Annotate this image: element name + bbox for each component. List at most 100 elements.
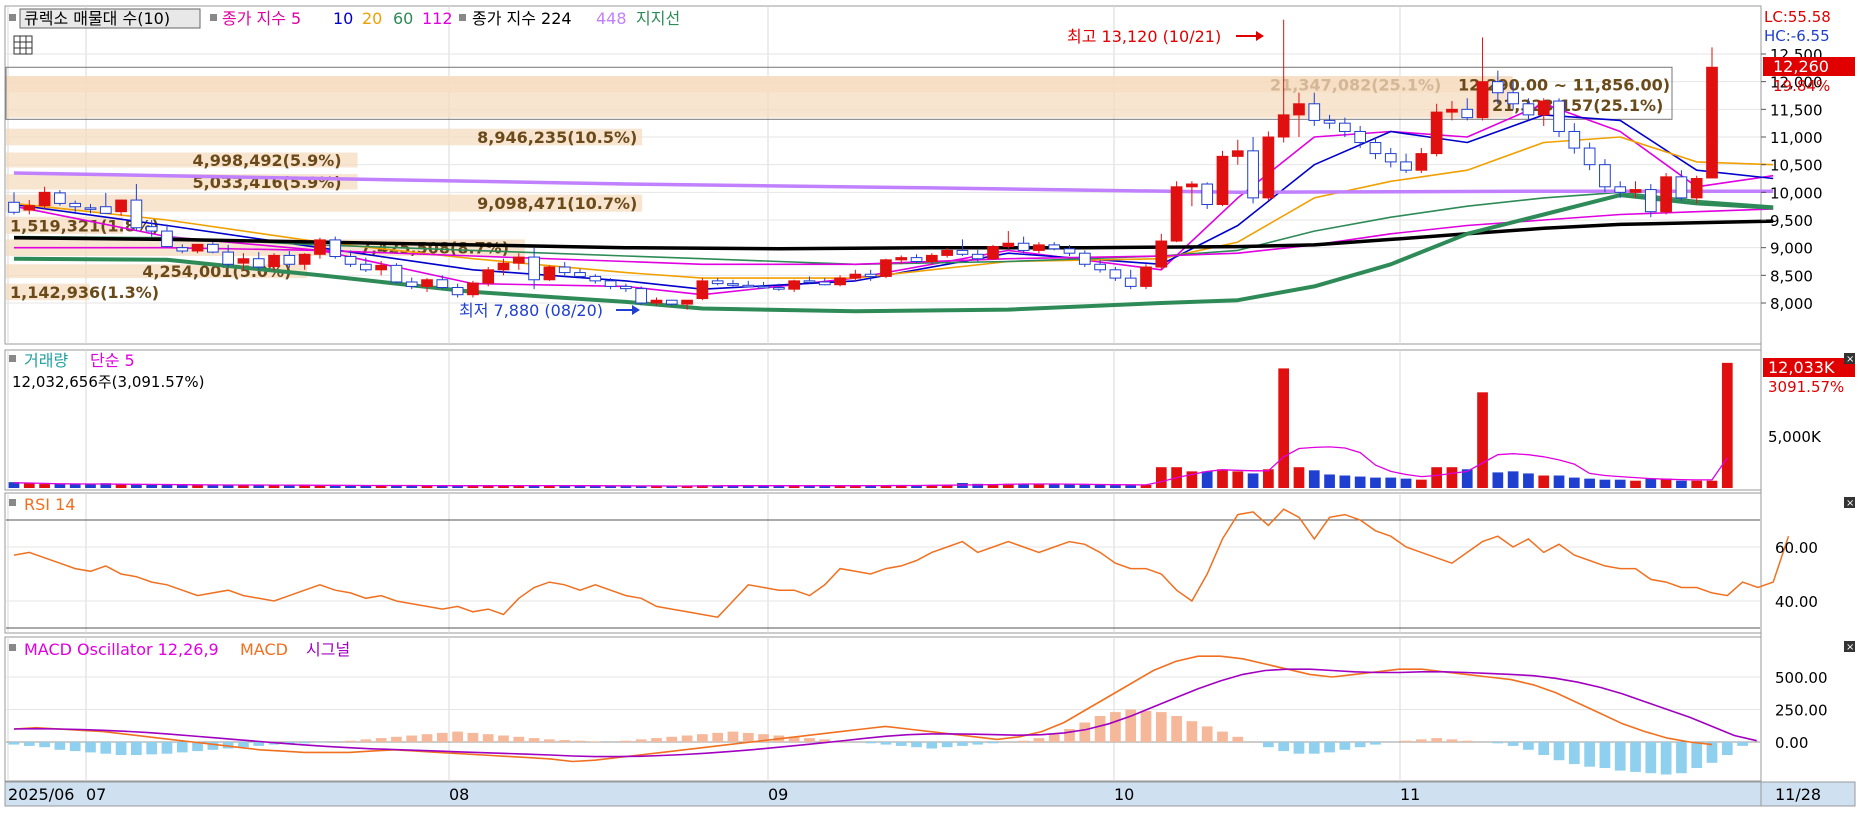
macd-tick-label: 500.00 — [1775, 669, 1828, 687]
volume-bar — [1523, 473, 1534, 488]
candle-body — [818, 281, 831, 286]
volume-bar — [39, 484, 50, 488]
volume-bar — [115, 484, 127, 488]
volume-profile-label: 12,290.00 ~ 11,856.00) — [1458, 75, 1670, 94]
candle-body — [344, 256, 357, 265]
price-tick-label: 9,000 — [1770, 240, 1813, 258]
candle-body — [1155, 240, 1168, 268]
table-grid-icon[interactable] — [13, 35, 33, 55]
volume-bar — [1676, 480, 1687, 488]
price-tick-label: 9,500 — [1770, 212, 1813, 230]
candle-body — [910, 257, 923, 263]
volume-bar — [1538, 475, 1550, 488]
volume-bar — [1217, 469, 1228, 488]
macd-osc-bar — [1630, 742, 1641, 772]
long-ma-label: 종가 지수 224 — [472, 9, 572, 28]
close-rsi-icon[interactable]: × — [1844, 497, 1855, 509]
macd-tick-label: 250.00 — [1775, 702, 1828, 720]
macd-osc-bar — [589, 741, 601, 742]
macd-osc-bar — [1140, 710, 1152, 742]
x-tick-label: 11 — [1400, 785, 1420, 804]
volume-profile-label: 9,098,471(10.7%) — [477, 194, 637, 213]
indicator-name: 큐렉소 매물대 수(10) — [24, 9, 170, 28]
volume-bar — [1094, 484, 1106, 488]
macd-osc-bar — [957, 742, 968, 746]
x-tick-label: 08 — [449, 785, 469, 804]
candle-body — [1339, 122, 1351, 132]
candle-body — [1109, 269, 1122, 279]
candle-body — [1216, 155, 1229, 206]
macd-osc-bar — [1538, 742, 1550, 755]
candle-body — [1644, 189, 1657, 213]
macd-osc-bar — [911, 742, 922, 748]
price-tick-label: 11,500 — [1770, 101, 1823, 119]
candle-body — [834, 277, 846, 286]
macd-osc-bar — [1201, 726, 1213, 742]
candle-body — [971, 253, 984, 260]
x-tick-label: 09 — [768, 785, 788, 804]
indicator-toggle-icon[interactable] — [9, 14, 16, 21]
volume-bar — [1630, 480, 1641, 488]
candle-body — [436, 279, 449, 289]
candle-body — [1262, 136, 1275, 199]
volume-bar — [1125, 485, 1137, 488]
close-macd-icon[interactable]: × — [1844, 641, 1855, 653]
candle-body — [1277, 114, 1290, 138]
candle-body — [1048, 244, 1061, 250]
candle-body — [84, 207, 97, 210]
current-price: 12,260 — [1773, 57, 1829, 76]
macd-osc-bar — [1033, 738, 1045, 742]
long-ma-toggle-icon[interactable] — [459, 14, 466, 21]
candle-body — [1461, 108, 1474, 119]
svg-text:×: × — [1846, 498, 1854, 509]
macd-osc-bar — [161, 742, 173, 754]
macd-tick-label: 0.00 — [1775, 734, 1808, 752]
candle-body — [956, 249, 969, 255]
macd-osc-bar — [1263, 742, 1274, 748]
macd-osc-bar — [360, 739, 372, 742]
candle-body — [1017, 242, 1030, 251]
candle-body — [375, 264, 387, 271]
candle-body — [1308, 103, 1321, 121]
macd-osc-bar — [1354, 742, 1366, 748]
volume-toggle-icon[interactable] — [9, 355, 16, 362]
candle-body — [1354, 130, 1367, 144]
macd-osc-bar — [1308, 742, 1320, 754]
ma-toggle-icon[interactable] — [210, 14, 217, 21]
price-tick-label: 8,500 — [1770, 267, 1813, 285]
macd-osc-bar — [1645, 742, 1657, 774]
macd-osc-bar — [1155, 712, 1167, 742]
volume-bar — [1706, 480, 1718, 488]
macd-osc-bar — [146, 742, 158, 755]
candle-body — [1675, 176, 1688, 199]
candle-body — [145, 226, 158, 232]
candle-body — [405, 281, 418, 287]
volume-bar — [1568, 477, 1580, 488]
macd-osc-bar — [115, 742, 127, 755]
support-label: 지지선 — [636, 9, 680, 28]
macd-osc-bar — [574, 740, 586, 742]
rsi-toggle-icon[interactable] — [9, 499, 16, 506]
macd-toggle-icon[interactable] — [9, 644, 16, 651]
price-tick-label: 10,500 — [1770, 157, 1823, 175]
candle-body — [1660, 176, 1672, 213]
candle-body — [283, 254, 296, 265]
macd-osc-bar — [1431, 738, 1443, 742]
candle-body — [543, 266, 556, 281]
candle-body — [1186, 183, 1198, 188]
candle-body — [1476, 81, 1489, 119]
candle-body — [252, 258, 265, 268]
volume-bar — [69, 484, 81, 488]
candle-body — [512, 256, 525, 264]
candle-body — [941, 249, 953, 256]
macd-osc-bar — [1614, 742, 1626, 771]
candle-body — [1078, 252, 1091, 265]
volume-bar — [1446, 467, 1458, 488]
macd-osc-bar — [987, 742, 999, 744]
candle-body — [1063, 248, 1076, 254]
close-volume-icon[interactable]: × — [1844, 353, 1855, 365]
macd-osc-bar — [176, 742, 188, 753]
macd-osc-bar — [452, 731, 463, 742]
volume-profile-bar — [6, 76, 1513, 93]
volume-bar — [1324, 474, 1335, 488]
